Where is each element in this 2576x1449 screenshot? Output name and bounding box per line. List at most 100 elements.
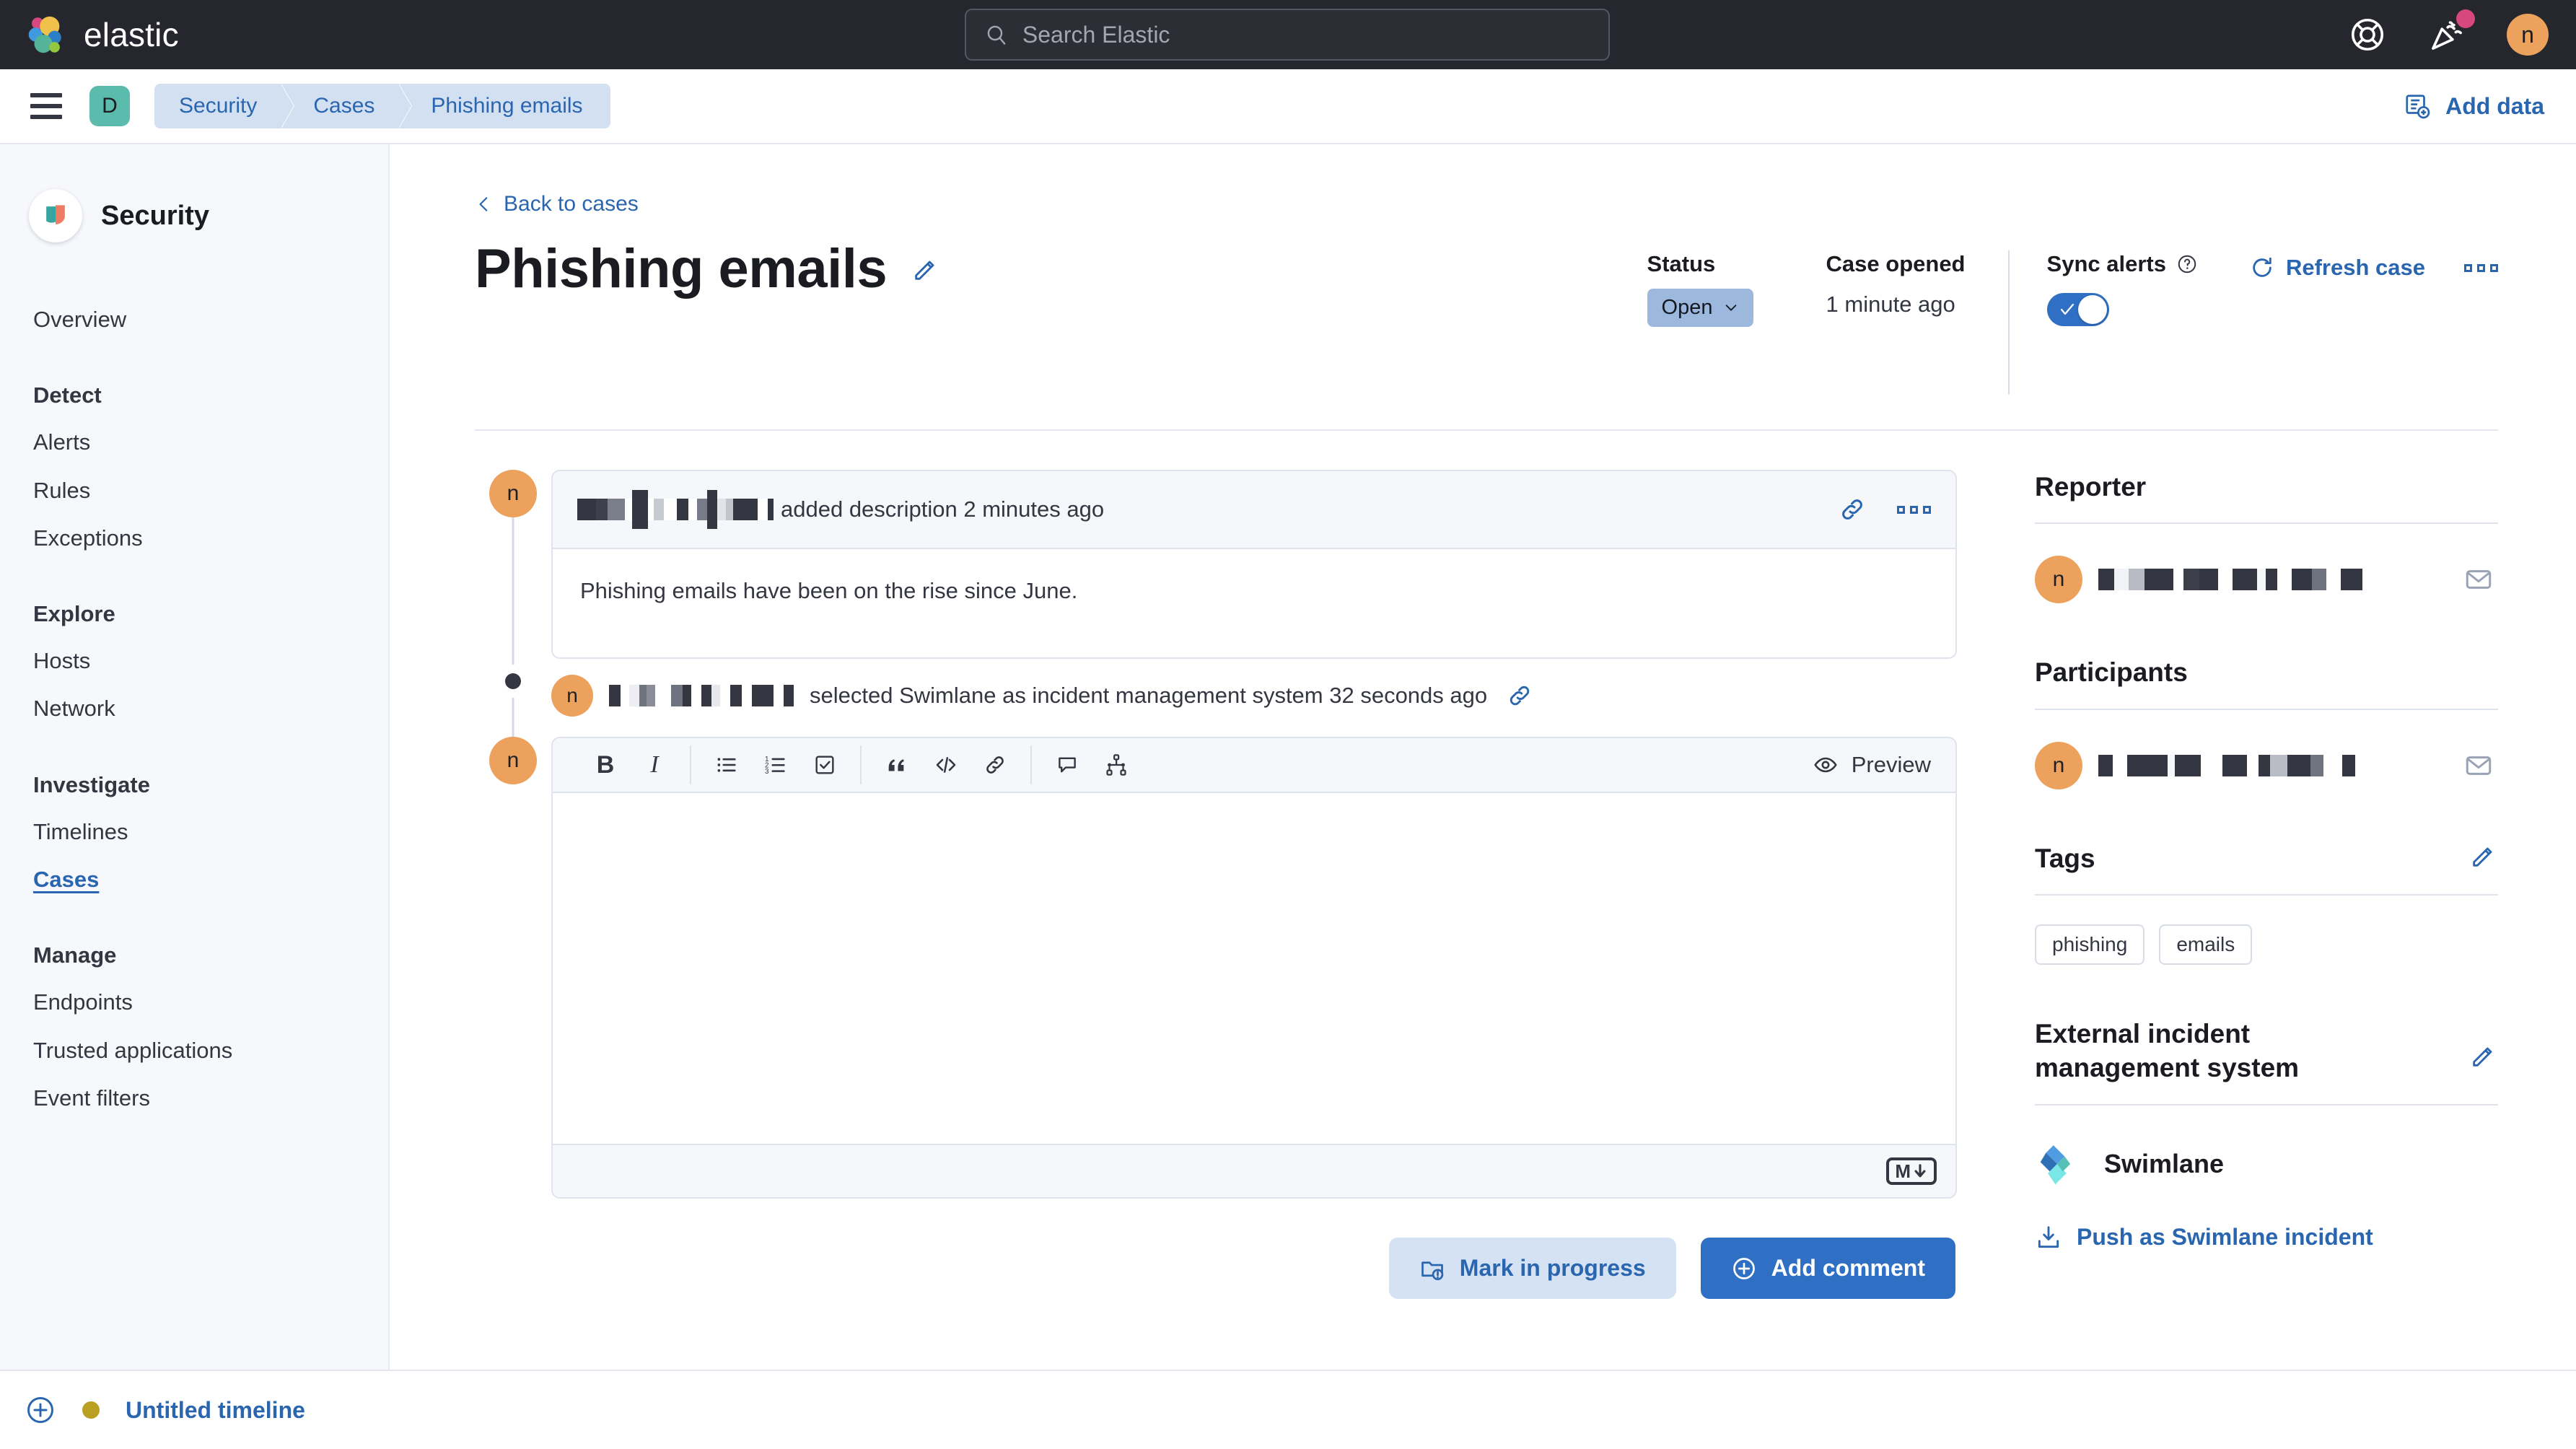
italic-icon[interactable]: I [635, 745, 674, 784]
connector-row[interactable]: Swimlane [2035, 1142, 2498, 1186]
sidebar-item-trusted-applications[interactable]: Trusted applications [0, 1027, 388, 1074]
case-action-buttons: Mark in progress Add comment [475, 1238, 1957, 1299]
sidebar-group-title-manage: Manage [0, 942, 388, 979]
case-opened-value: 1 minute ago [1826, 289, 1971, 321]
plus-circle-icon [1731, 1256, 1757, 1282]
reporter-section: Reporter n [2035, 470, 2498, 603]
avatar: n [489, 737, 537, 784]
code-icon[interactable] [926, 745, 965, 784]
case-more-actions-icon[interactable] [2464, 264, 2498, 272]
plus-circle-icon[interactable] [25, 1394, 56, 1426]
quote-icon[interactable] [877, 745, 916, 784]
sidebar-group-manage: Manage Endpoints Trusted applications Ev… [0, 942, 388, 1122]
link-icon[interactable] [976, 745, 1015, 784]
sidebar-group-title-detect: Detect [0, 382, 388, 419]
sidebar-item-alerts[interactable]: Alerts [0, 419, 388, 466]
add-data-icon [2404, 92, 2431, 120]
case-header: Phishing emails Status Open [475, 237, 2498, 395]
search-input[interactable] [1022, 22, 1590, 48]
sidebar-item-hosts[interactable]: Hosts [0, 637, 388, 685]
sidebar-item-exceptions[interactable]: Exceptions [0, 515, 388, 562]
analyzer-icon[interactable] [1097, 745, 1136, 784]
activity-item-new-comment: n B I [475, 737, 1957, 1199]
breadcrumb-item-security[interactable]: Security [154, 84, 281, 128]
status-badge[interactable]: Open [1647, 289, 1753, 327]
add-data-button[interactable]: Add data [2404, 92, 2544, 120]
tag-item[interactable]: phishing [2035, 924, 2145, 965]
global-search[interactable] [965, 9, 1610, 61]
push-incident-button[interactable]: Push as Swimlane incident [2035, 1224, 2498, 1251]
sync-alerts-toggle[interactable] [2047, 293, 2109, 326]
space-avatar[interactable]: D [89, 86, 130, 126]
comment-textarea[interactable] [553, 793, 1955, 1144]
bold-icon[interactable]: B [586, 745, 625, 784]
comment-more-actions-icon[interactable] [1897, 506, 1931, 514]
edit-connector-pencil-icon[interactable] [2469, 1041, 2498, 1070]
back-to-cases-link[interactable]: Back to cases [475, 192, 639, 216]
user-avatar[interactable]: n [2507, 14, 2549, 56]
link-icon[interactable] [1506, 682, 1533, 709]
case-status-block: Status Open [1647, 250, 1792, 327]
envelope-icon[interactable] [2459, 560, 2498, 599]
description-card: added description 2 minutes ago [551, 470, 1957, 659]
numbered-list-icon[interactable]: 1 2 3 [756, 745, 795, 784]
sidebar-item-overview[interactable]: Overview [0, 296, 388, 343]
edit-title-pencil-icon[interactable] [911, 255, 940, 284]
notification-badge [2456, 9, 2475, 28]
sidebar-item-endpoints[interactable]: Endpoints [0, 979, 388, 1026]
untitled-timeline-link[interactable]: Untitled timeline [126, 1397, 305, 1424]
elastic-logo-icon [23, 12, 68, 57]
status-label: Status [1647, 250, 1792, 279]
status-value: Open [1662, 296, 1713, 320]
app-root: elastic [0, 0, 2576, 1449]
confetti-icon[interactable] [2427, 15, 2466, 54]
page-title: Phishing emails [475, 237, 887, 300]
redacted-participant-name [2098, 755, 2355, 776]
breadcrumb-item-cases[interactable]: Cases [281, 84, 399, 128]
add-data-label: Add data [2445, 93, 2544, 120]
refresh-case-button[interactable]: Refresh case [2250, 255, 2425, 281]
sidebar-item-event-filters[interactable]: Event filters [0, 1074, 388, 1122]
breadcrumb-item-phishing-emails[interactable]: Phishing emails [399, 84, 610, 128]
sync-alerts-label: Sync alerts [2047, 250, 2166, 279]
push-incident-label: Push as Swimlane incident [2077, 1224, 2373, 1251]
timeline-rail: n [475, 470, 551, 659]
folder-exclamation-icon [1419, 1256, 1445, 1282]
comment-icon[interactable] [1048, 745, 1087, 784]
participants-title: Participants [2035, 655, 2188, 689]
push-import-icon [2035, 1224, 2062, 1251]
sidebar-item-rules[interactable]: Rules [0, 467, 388, 515]
sidebar-item-timelines[interactable]: Timelines [0, 808, 388, 856]
envelope-icon[interactable] [2459, 746, 2498, 785]
checklist-icon[interactable] [805, 745, 844, 784]
case-activity-column: n [475, 470, 2000, 1299]
link-icon[interactable] [1838, 495, 1867, 524]
description-card-header: added description 2 minutes ago [553, 471, 1955, 549]
sidebar-item-cases[interactable]: Cases [0, 856, 388, 903]
timeline-event-dot [496, 665, 530, 698]
sidebar-item-network[interactable]: Network [0, 685, 388, 732]
hamburger-menu-icon[interactable] [30, 93, 62, 119]
redacted-username [609, 685, 794, 706]
refresh-icon [2250, 255, 2274, 280]
search-icon [985, 22, 1008, 47]
mark-in-progress-button[interactable]: Mark in progress [1389, 1238, 1676, 1299]
bullet-list-icon[interactable] [707, 745, 746, 784]
preview-toggle[interactable]: Preview [1813, 752, 1934, 778]
sidebar-app-header: Security [0, 189, 388, 242]
connector-name: Swimlane [2104, 1149, 2224, 1179]
external-system-title: External incident management system [2035, 1017, 2410, 1085]
tags-section: Tags phishing emails [2035, 841, 2498, 965]
edit-tags-pencil-icon[interactable] [2469, 841, 2498, 870]
add-comment-label: Add comment [1771, 1255, 1925, 1282]
question-circle-icon[interactable] [2176, 253, 2198, 275]
life-ring-icon[interactable] [2348, 15, 2387, 54]
refresh-case-label: Refresh case [2286, 255, 2425, 281]
add-comment-button[interactable]: Add comment [1701, 1238, 1955, 1299]
reporter-row: n [2035, 556, 2498, 603]
external-system-section: External incident management system [2035, 1017, 2498, 1251]
markdown-icon[interactable]: M [1886, 1157, 1937, 1185]
elastic-brand[interactable]: elastic [23, 12, 179, 57]
editor-toolbar: B I [553, 738, 1955, 793]
tag-item[interactable]: emails [2159, 924, 2252, 965]
